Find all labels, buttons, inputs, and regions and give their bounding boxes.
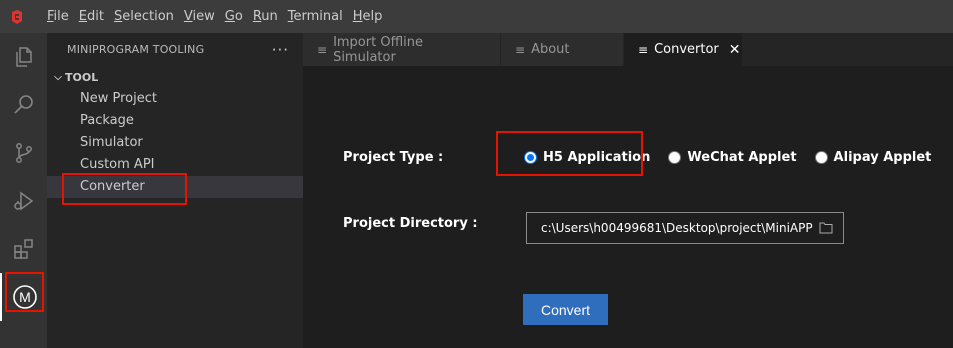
tab-about[interactable]: ≡ About	[501, 33, 624, 66]
radio-unchecked-icon	[668, 151, 682, 164]
sidebar-header: MINIPROGRAM TOOLING ···	[47, 33, 303, 66]
sidebar: MINIPROGRAM TOOLING ··· ⌵ TOOL New Proje…	[47, 33, 303, 348]
menu-label: dit	[87, 9, 104, 24]
radio-checked-icon	[524, 151, 537, 164]
folder-browse-icon[interactable]	[819, 222, 833, 234]
menu-mnemonic: R	[252, 9, 262, 24]
miniprogram-glyph: M	[19, 289, 31, 305]
tab-label: Import Offline Simulator	[333, 34, 423, 65]
project-type-options: H5 Application WeChat Applet Alipay Appl…	[524, 150, 949, 165]
menu-label: un	[261, 9, 278, 24]
preview-icon: ≡	[638, 42, 649, 57]
radio-h5-application[interactable]: H5 Application	[524, 150, 650, 165]
radio-label: H5 Application	[543, 150, 651, 165]
menu-label: ile	[53, 9, 69, 24]
menu-file[interactable]: File	[42, 0, 74, 33]
chevron-down-icon: ⌵	[54, 71, 62, 83]
menu-edit[interactable]: Edit	[74, 0, 109, 33]
more-actions-icon[interactable]: ···	[272, 41, 289, 59]
app-logo-icon	[0, 0, 33, 33]
run-debug-icon[interactable]	[0, 177, 47, 225]
radio-label: WeChat Applet	[687, 150, 797, 165]
editor-tabs: ≡ Import Offline Simulator ≡ About ≡ Con…	[303, 33, 953, 66]
sidebar-item-converter[interactable]: Converter	[47, 176, 303, 198]
preview-icon: ≡	[317, 42, 328, 57]
explorer-icon[interactable]	[0, 33, 47, 81]
menu-go[interactable]: Go	[220, 0, 248, 33]
tab-label: About	[531, 42, 570, 57]
miniprogram-icon[interactable]: M	[0, 273, 47, 321]
activity-bar: M	[0, 33, 47, 348]
menu-mnemonic: V	[183, 9, 193, 24]
source-control-icon[interactable]	[0, 129, 47, 177]
close-icon[interactable]: ✕	[729, 42, 741, 58]
sidebar-item-custom-api[interactable]: Custom API	[47, 154, 303, 176]
title-bar: File Edit Selection View Go Run Terminal…	[0, 0, 953, 33]
section-tool[interactable]: ⌵ TOOL	[47, 66, 303, 88]
project-directory-value: c:\Users\h00499681\Desktop\project\MiniA…	[541, 221, 813, 235]
radio-alipay-applet[interactable]: Alipay Applet	[814, 150, 932, 165]
extensions-icon[interactable]	[0, 225, 47, 273]
search-icon[interactable]	[0, 81, 47, 129]
sidebar-item-new-project[interactable]: New Project	[47, 88, 303, 110]
sidebar-item-package[interactable]: Package	[47, 110, 303, 132]
project-type-label: Project Type :	[343, 150, 444, 165]
menu-label: o	[234, 9, 243, 24]
menu-mnemonic: E	[78, 9, 87, 24]
sidebar-title: MINIPROGRAM TOOLING	[67, 43, 205, 56]
menu-view[interactable]: View	[179, 0, 220, 33]
menu-help[interactable]: Help	[348, 0, 388, 33]
tab-convertor[interactable]: ≡ Convertor ✕	[624, 33, 743, 66]
menu-label: elp	[362, 9, 383, 24]
preview-icon: ≡	[515, 42, 526, 57]
radio-label: Alipay Applet	[833, 150, 932, 165]
convert-button[interactable]: Convert	[523, 294, 608, 325]
section-title: TOOL	[65, 70, 99, 84]
project-directory-label: Project Directory :	[343, 216, 478, 231]
project-directory-input[interactable]: c:\Users\h00499681\Desktop\project\MiniA…	[526, 212, 844, 244]
menu-run[interactable]: Run	[248, 0, 283, 33]
menu-label: election	[122, 9, 174, 24]
sidebar-item-simulator[interactable]: Simulator	[47, 132, 303, 154]
menu-selection[interactable]: Selection	[109, 0, 179, 33]
radio-unchecked-icon	[814, 151, 828, 164]
tab-import-offline-simulator[interactable]: ≡ Import Offline Simulator	[303, 33, 501, 66]
menu-terminal[interactable]: Terminal	[283, 0, 348, 33]
tab-label: Convertor	[654, 42, 719, 57]
menu-bar: File Edit Selection View Go Run Terminal…	[33, 0, 387, 33]
menu-mnemonic: S	[113, 9, 123, 24]
menu-label: erminal	[293, 9, 343, 24]
convertor-panel: Project Type : H5 Application WeChat App…	[303, 66, 953, 348]
radio-wechat-applet[interactable]: WeChat Applet	[668, 150, 797, 165]
menu-label: iew	[192, 9, 215, 24]
menu-mnemonic: G	[224, 9, 235, 24]
